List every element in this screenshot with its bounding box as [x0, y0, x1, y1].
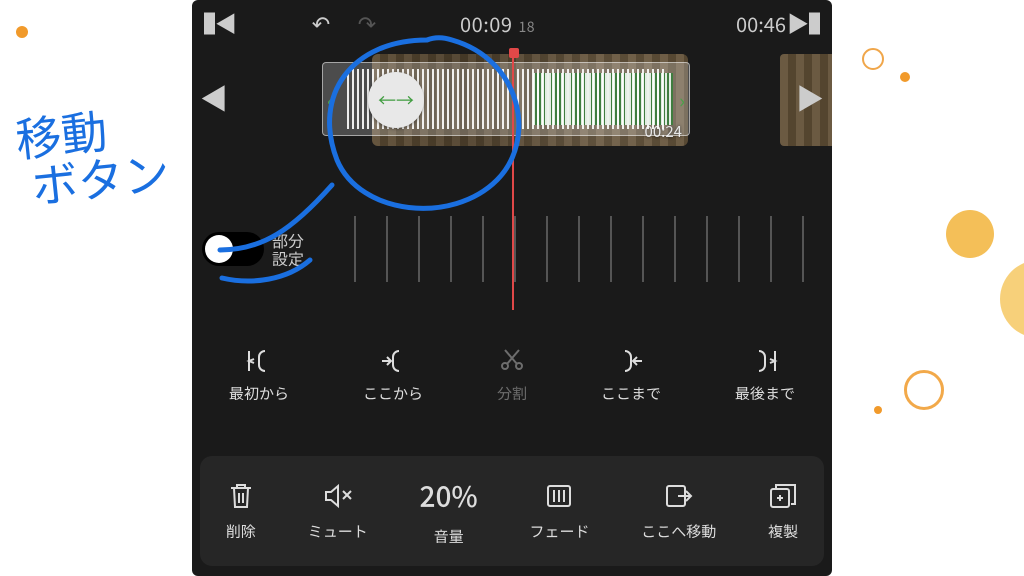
scrub-left-button[interactable]: ◀: [198, 80, 230, 116]
trim-to-end-button[interactable]: 最後まで: [735, 347, 795, 404]
scrub-right-button[interactable]: ▶: [794, 80, 826, 116]
timecode-current: 00:0918: [460, 9, 535, 38]
duplicate-icon: [768, 481, 798, 511]
editor-panel: ▐◀ ↶ ↷ 00:0918 00:46 ▶▌ ◀ 00:24 ‹ › ←→: [192, 0, 832, 576]
decor-dot: [16, 26, 28, 38]
bottom-toolbar: 削除 ミュート 20% 音量 フェード ここへ移動 複製: [200, 456, 824, 566]
top-bar: ▐◀ ↶ ↷ 00:0918 00:46 ▶▌: [192, 0, 832, 46]
duplicate-button[interactable]: 複製: [768, 481, 798, 542]
trim-to-here-button[interactable]: ここまで: [601, 347, 661, 404]
undo-button[interactable]: ↶: [298, 0, 344, 46]
decor-dot: [900, 72, 910, 82]
redo-button[interactable]: ↷: [344, 0, 390, 46]
decor-dot: [1000, 260, 1024, 338]
decor-dot: [874, 406, 882, 414]
mute-button[interactable]: ミュート: [308, 481, 368, 542]
trim-from-here-icon: [379, 347, 407, 375]
trim-toolbar: 最初から ここから 分割 ここまで 最後まで: [192, 338, 832, 412]
delete-button[interactable]: 削除: [226, 481, 256, 542]
trash-icon: [228, 481, 254, 511]
move-here-button[interactable]: ここへ移動: [641, 481, 716, 542]
toggle-knob: [205, 235, 233, 263]
decor-dot: [904, 370, 944, 410]
move-arrows-icon: ←→: [378, 87, 414, 113]
ruler[interactable]: [324, 216, 832, 282]
volume-value: 20%: [419, 476, 477, 516]
split-button[interactable]: 分割: [497, 347, 527, 404]
fade-icon: [545, 481, 573, 511]
partial-settings-toggle[interactable]: [202, 232, 264, 266]
audio-trim-left-handle[interactable]: ‹: [321, 63, 339, 135]
speaker-mute-icon: [323, 481, 353, 511]
decor-dot: [862, 48, 884, 70]
audio-trim-right-handle[interactable]: ›: [673, 63, 691, 135]
volume-button[interactable]: 20% 音量: [419, 476, 477, 547]
timecode-duration: 00:46: [736, 9, 786, 38]
prev-clip-button[interactable]: ▐◀: [192, 0, 238, 46]
playhead[interactable]: [512, 50, 514, 310]
split-scissors-icon: [499, 347, 525, 375]
trim-from-start-icon: [245, 347, 273, 375]
handwritten-annotation: 移動 ボタン: [13, 102, 172, 214]
trim-to-here-icon: [617, 347, 645, 375]
decor-dot: [946, 210, 994, 258]
trim-to-end-icon: [751, 347, 779, 375]
move-handle-button[interactable]: ←→: [368, 72, 424, 128]
trim-from-start-button[interactable]: 最初から: [229, 347, 289, 404]
next-clip-button[interactable]: ▶▌: [786, 0, 832, 46]
move-here-icon: [664, 481, 694, 511]
partial-settings-label: 部分設定: [272, 231, 304, 268]
trim-from-here-button[interactable]: ここから: [363, 347, 423, 404]
fade-button[interactable]: フェード: [529, 481, 589, 542]
